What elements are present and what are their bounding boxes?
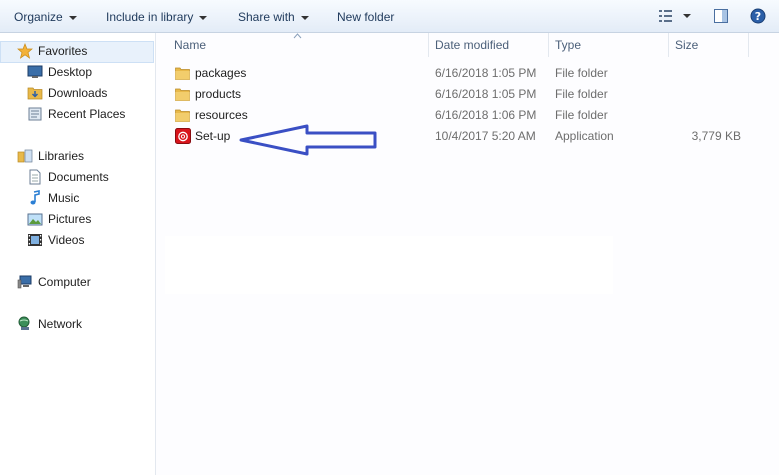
file-type: File folder <box>555 66 608 80</box>
view-options-icon[interactable] <box>658 8 674 24</box>
file-date: 6/16/2018 1:05 PM <box>435 66 537 80</box>
column-header-type[interactable]: Type <box>549 33 669 57</box>
blank-area <box>165 236 613 294</box>
documents-icon <box>29 169 41 185</box>
nav-videos-label: Videos <box>48 233 85 247</box>
file-date: 6/16/2018 1:06 PM <box>435 108 537 122</box>
file-size <box>646 105 741 126</box>
organize-label: Organize <box>14 10 63 24</box>
file-size <box>646 63 741 84</box>
libraries-icon <box>17 149 33 163</box>
file-size: 3,779 KB <box>691 129 741 143</box>
file-type: File folder <box>555 87 608 101</box>
desktop-icon <box>27 65 43 78</box>
file-name: resources <box>195 108 248 122</box>
column-header-date-modified[interactable]: Date modified <box>429 33 549 57</box>
network-globe-icon <box>18 316 30 330</box>
adobe-setup-icon <box>175 128 191 144</box>
chevron-down-icon <box>199 15 208 20</box>
file-row-packages[interactable]: packages 6/16/2018 1:05 PM File folder <box>166 63 756 84</box>
nav-pictures-label: Pictures <box>48 212 92 226</box>
file-name: packages <box>195 66 247 80</box>
chevron-down-icon <box>68 15 77 20</box>
share-label: Share with <box>238 10 295 24</box>
column-header-size[interactable]: Size <box>669 33 749 57</box>
videos-filmstrip-icon <box>28 234 42 246</box>
new-folder-label: New folder <box>337 10 395 24</box>
navigation-pane: Favorites Desktop Downloads Recent Place… <box>0 33 156 475</box>
file-date: 10/4/2017 5:20 AM <box>435 129 536 143</box>
sort-ascending-icon <box>293 33 302 39</box>
folder-icon <box>175 88 190 101</box>
nav-recent-label: Recent Places <box>48 107 126 121</box>
nav-computer-label: Computer <box>38 275 91 289</box>
downloads-folder-icon <box>27 87 43 100</box>
recent-places-icon <box>28 107 42 121</box>
help-icon[interactable]: ? <box>750 8 766 24</box>
computer-icon <box>17 275 32 289</box>
nav-network-label: Network <box>38 317 83 331</box>
file-type: Application <box>555 129 614 143</box>
chevron-down-icon <box>300 15 309 20</box>
nav-favorites-label: Favorites <box>38 44 88 58</box>
folder-icon <box>175 109 190 122</box>
organize-button[interactable]: Organize <box>14 9 77 25</box>
star-icon <box>17 43 33 59</box>
include-label: Include in library <box>106 10 194 24</box>
file-type: File folder <box>555 108 608 122</box>
annotation-arrow-icon <box>239 124 377 156</box>
music-note-icon <box>30 190 40 205</box>
include-in-library-button[interactable]: Include in library <box>106 9 208 25</box>
nav-libraries-label: Libraries <box>38 149 85 163</box>
preview-pane-icon[interactable] <box>713 8 729 24</box>
nav-downloads-label: Downloads <box>48 86 108 100</box>
nav-desktop-label: Desktop <box>48 65 93 79</box>
column-date-label: Date modified <box>435 38 510 52</box>
folder-icon <box>175 67 190 80</box>
command-bar: Organize Include in library Share with N… <box>0 0 779 33</box>
svg-text:?: ? <box>755 10 761 23</box>
file-size <box>646 84 741 105</box>
column-name-label: Name <box>174 38 207 52</box>
view-dropdown-icon[interactable] <box>682 8 692 24</box>
new-folder-button[interactable]: New folder <box>337 9 394 25</box>
file-date: 6/16/2018 1:05 PM <box>435 87 537 101</box>
file-row-products[interactable]: products 6/16/2018 1:05 PM File folder <box>166 84 756 105</box>
file-name: Set-up <box>195 129 231 143</box>
file-name: products <box>195 87 242 101</box>
share-with-button[interactable]: Share with <box>238 9 309 25</box>
nav-documents-label: Documents <box>48 170 109 184</box>
pictures-icon <box>27 213 43 226</box>
column-size-label: Size <box>675 38 699 52</box>
file-row-resources[interactable]: resources 6/16/2018 1:06 PM File folder <box>166 105 756 126</box>
nav-music-label: Music <box>48 191 80 205</box>
column-type-label: Type <box>555 38 582 52</box>
